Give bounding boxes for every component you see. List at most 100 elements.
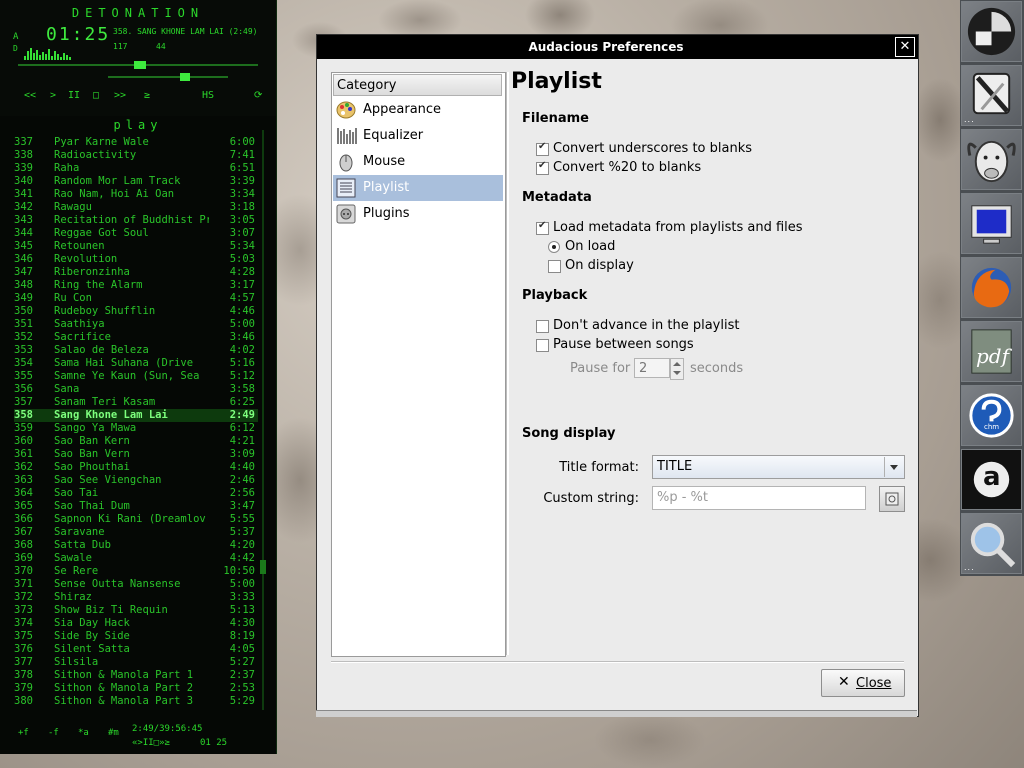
select-all-button[interactable]: *a <box>78 728 89 738</box>
playlist-row[interactable]: 380 Sithon & Manola Part 3 5:29 <box>14 695 258 708</box>
category-item-appearance[interactable]: Appearance <box>333 97 503 123</box>
playlist-row[interactable]: 345 Retounen 5:34 <box>14 240 258 253</box>
title-format-dropdown[interactable]: TITLE <box>652 455 905 479</box>
close-button[interactable]: ✕ Close <box>821 669 905 697</box>
category-label: Appearance <box>363 102 442 117</box>
dialog-titlebar[interactable]: Audacious Preferences ✕ <box>317 35 918 59</box>
playlist-row[interactable]: 364 Sao Tai 2:56 <box>14 487 258 500</box>
pause-seconds-stepper[interactable] <box>670 358 684 380</box>
category-item-mouse[interactable]: Mouse <box>333 149 503 175</box>
playlist-row[interactable]: 378 Sithon & Manola Part 1 2:37 <box>14 669 258 682</box>
checkbox-box[interactable] <box>536 320 549 333</box>
dialog-close-icon[interactable]: ✕ <box>895 37 915 57</box>
playlist-row[interactable]: 353 Salao de Beleza 4:02 <box>14 344 258 357</box>
play-button[interactable]: > <box>50 90 56 101</box>
increment-arrow-icon[interactable] <box>673 362 681 366</box>
pause-button[interactable]: II <box>68 90 80 101</box>
playlist-row[interactable]: 366 Sapnon Ki Rani (Dreamlov 5:55 <box>14 513 258 526</box>
playlist-scrollbar[interactable] <box>262 130 264 710</box>
stop-button[interactable]: □ <box>93 90 99 101</box>
playlist-row[interactable]: 371 Sense Outta Nansense 5:00 <box>14 578 258 591</box>
shuffle-button[interactable]: HS <box>202 90 214 101</box>
radio-button[interactable] <box>548 260 561 273</box>
previous-button[interactable]: << <box>24 90 36 101</box>
playlist-row[interactable]: 369 Sawale 4:42 <box>14 552 258 565</box>
pdf-icon[interactable]: pdf <box>961 321 1022 382</box>
add-file-button[interactable]: +f <box>18 728 29 738</box>
chevron-down-icon[interactable] <box>884 457 903 477</box>
playlist-row[interactable]: 352 Sacrifice 3:46 <box>14 331 258 344</box>
custom-string-help-button[interactable] <box>879 486 905 512</box>
next-button[interactable]: >> <box>114 90 126 101</box>
playlist-row[interactable]: 374 Sia Day Hack 4:30 <box>14 617 258 630</box>
volume-bar[interactable] <box>108 76 228 78</box>
playlist-row[interactable]: 368 Satta Dub 4:20 <box>14 539 258 552</box>
gnu-icon[interactable] <box>961 129 1022 190</box>
checkbox-box[interactable] <box>536 339 549 352</box>
playlist-row[interactable]: 376 Silent Satta 4:05 <box>14 643 258 656</box>
window-bottom-edge[interactable] <box>316 710 917 717</box>
settings-tools-icon[interactable]: ... <box>961 65 1022 126</box>
playlist-row[interactable]: 358 Sang Khone Lam Lai 2:49 <box>14 409 258 422</box>
playlist-row[interactable]: 375 Side By Side 8:19 <box>14 630 258 643</box>
playback-time[interactable]: 01:25 <box>46 24 110 45</box>
playlist-row[interactable]: 377 Silsila 5:27 <box>14 656 258 669</box>
spectrum-visualizer[interactable] <box>24 46 72 60</box>
category-item-plugins[interactable]: Plugins <box>333 201 503 227</box>
playlist-row[interactable]: 348 Ring the Alarm 3:17 <box>14 279 258 292</box>
remove-file-button[interactable]: -f <box>48 728 59 738</box>
playlist-row[interactable]: 355 Samne Ye Kaun (Sun, Sea 5:12 <box>14 370 258 383</box>
chm-icon[interactable]: chm <box>961 385 1022 446</box>
decrement-arrow-icon[interactable] <box>673 371 681 375</box>
playlist-scroll-knob[interactable] <box>260 560 266 574</box>
playlist-row[interactable]: 365 Sao Thai Dum 3:47 <box>14 500 258 513</box>
playlist-row[interactable]: 346 Revolution 5:03 <box>14 253 258 266</box>
playlist-row[interactable]: 354 Sama Hai Suhana (Drive 5:16 <box>14 357 258 370</box>
playlist-row[interactable]: 342 Rawagu 3:18 <box>14 201 258 214</box>
a-icon[interactable]: a <box>961 449 1022 510</box>
repeat-button[interactable]: ⟳ <box>254 90 262 101</box>
category-item-playlist[interactable]: Playlist <box>333 175 503 201</box>
mini-transport[interactable]: «>II□»≥ <box>132 738 170 748</box>
playlist-row[interactable]: 363 Sao See Viengchan 2:46 <box>14 474 258 487</box>
custom-string-input[interactable]: %p - %t <box>652 486 866 510</box>
playlist-row[interactable]: 367 Saravane 5:37 <box>14 526 258 539</box>
category-column-header[interactable]: Category <box>333 74 502 96</box>
playlist-list[interactable]: 337 Pyar Karne Wale 6:00 338 Radioactivity 7:… <box>14 136 258 708</box>
playlist-row[interactable]: 362 Sao Phouthai 4:40 <box>14 461 258 474</box>
playlist-row[interactable]: 341 Rao Nam, Hoi Ai Oan 3:34 <box>14 188 258 201</box>
playlist-row[interactable]: 351 Saathiya 5:00 <box>14 318 258 331</box>
playlist-row[interactable]: 350 Rudeboy Shufflin 4:46 <box>14 305 258 318</box>
pause-seconds-input[interactable]: 2 <box>634 358 670 378</box>
playlist-row[interactable]: 356 Sana 3:58 <box>14 383 258 396</box>
checkbox-box[interactable] <box>536 141 549 156</box>
window-manager-icon[interactable] <box>961 1 1022 62</box>
eject-button[interactable]: ≥ <box>144 90 150 101</box>
checkbox-box[interactable] <box>536 220 549 235</box>
radio-button[interactable] <box>548 241 560 253</box>
playlist-row[interactable]: 347 Riberonzinha 4:28 <box>14 266 258 279</box>
playlist-row[interactable]: 372 Shiraz 3:33 <box>14 591 258 604</box>
playlist-row[interactable]: 359 Sango Ya Mawa 6:12 <box>14 422 258 435</box>
monitor-icon[interactable] <box>961 193 1022 254</box>
playlist-row[interactable]: 379 Sithon & Manola Part 2 2:53 <box>14 682 258 695</box>
volume-knob[interactable] <box>180 73 190 81</box>
playlist-row[interactable]: 361 Sao Ban Vern 3:09 <box>14 448 258 461</box>
playlist-row[interactable]: 337 Pyar Karne Wale 6:00 <box>14 136 258 149</box>
firefox-icon[interactable] <box>961 257 1022 318</box>
playlist-row[interactable]: 360 Sao Ban Kern 4:21 <box>14 435 258 448</box>
playlist-row[interactable]: 370 Se Rere 10:50 <box>14 565 258 578</box>
playlist-row[interactable]: 340 Random Mor Lam Track 3:39 <box>14 175 258 188</box>
playlist-row[interactable]: 373 Show Biz Ti Requin 5:13 <box>14 604 258 617</box>
playlist-row[interactable]: 339 Raha 6:51 <box>14 162 258 175</box>
misc-button[interactable]: #m <box>108 728 119 738</box>
playlist-row[interactable]: 343 Recitation of Buddhist Pra 3:05 <box>14 214 258 227</box>
playlist-row[interactable]: 357 Sanam Teri Kasam 6:25 <box>14 396 258 409</box>
playlist-row[interactable]: 349 Ru Con 4:57 <box>14 292 258 305</box>
playlist-row[interactable]: 338 Radioactivity 7:41 <box>14 149 258 162</box>
checkbox-box[interactable] <box>536 160 549 175</box>
seek-knob[interactable] <box>134 61 146 69</box>
magnifier-icon[interactable]: ... <box>961 513 1022 574</box>
category-item-equalizer[interactable]: Equalizer <box>333 123 503 149</box>
playlist-row[interactable]: 344 Reggae Got Soul 3:07 <box>14 227 258 240</box>
